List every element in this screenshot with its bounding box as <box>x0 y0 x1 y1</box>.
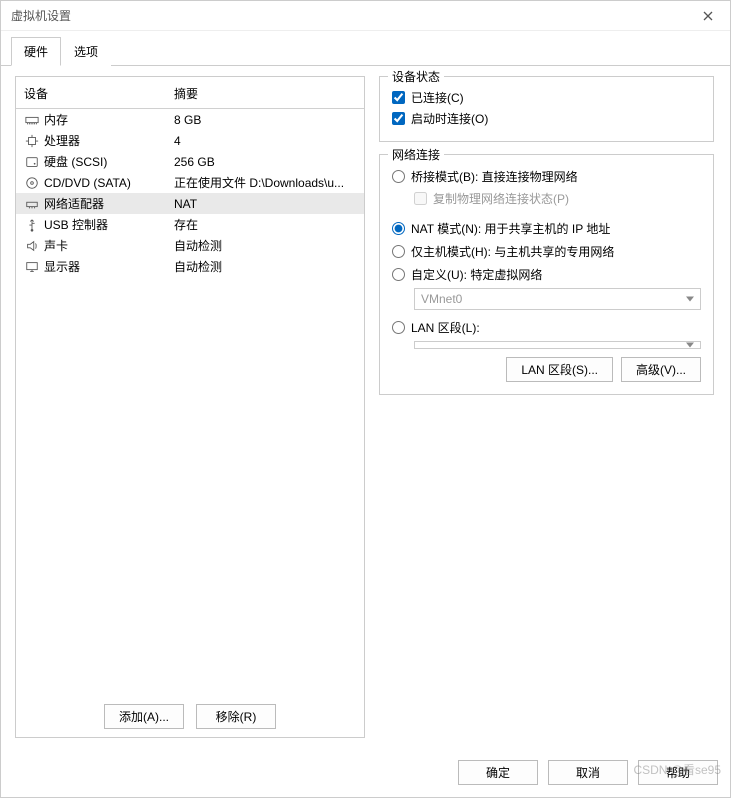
col-device: 设备 <box>24 85 174 102</box>
lanseg-row[interactable]: LAN 区段(L): <box>392 316 701 339</box>
lan-segments-button[interactable]: LAN 区段(S)... <box>506 357 613 382</box>
connect-on-power-checkbox[interactable] <box>392 112 405 125</box>
tab-hardware[interactable]: 硬件 <box>11 37 61 66</box>
lanseg-label: LAN 区段(L): <box>411 319 480 336</box>
hardware-name: 网络适配器 <box>44 195 104 212</box>
hardware-list-panel: 设备 摘要 内存 8 GB 处理器 4 硬盘 (SCSI) 256 GB CD/DVD (S… <box>15 76 365 738</box>
close-button[interactable] <box>696 4 720 28</box>
network-buttons: LAN 区段(S)... 高级(V)... <box>392 355 701 382</box>
sound-icon <box>24 238 40 254</box>
help-button[interactable]: 帮助 <box>638 760 718 785</box>
bridged-row[interactable]: 桥接模式(B): 直接连接物理网络 <box>392 165 701 188</box>
close-icon <box>703 11 713 21</box>
hardware-row[interactable]: USB 控制器 存在 <box>16 214 364 235</box>
hardware-row[interactable]: 声卡 自动检测 <box>16 235 364 256</box>
cpu-icon <box>24 133 40 149</box>
add-hardware-button[interactable]: 添加(A)... <box>104 704 184 729</box>
hardware-summary: 自动检测 <box>174 237 356 254</box>
hostonly-row[interactable]: 仅主机模式(H): 与主机共享的专用网络 <box>392 240 701 263</box>
hostonly-radio[interactable] <box>392 245 405 258</box>
hardware-name: CD/DVD (SATA) <box>44 176 131 190</box>
tab-options[interactable]: 选项 <box>61 37 111 66</box>
hostonly-label: 仅主机模式(H): 与主机共享的专用网络 <box>411 243 614 260</box>
remove-hardware-button[interactable]: 移除(R) <box>196 704 276 729</box>
custom-radio[interactable] <box>392 268 405 281</box>
hardware-name: USB 控制器 <box>44 216 108 233</box>
nat-radio[interactable] <box>392 222 405 235</box>
hardware-row[interactable]: 网络适配器 NAT <box>16 193 364 214</box>
window-title: 虚拟机设置 <box>11 7 696 24</box>
content-area: 设备 摘要 内存 8 GB 处理器 4 硬盘 (SCSI) 256 GB CD/DVD (S… <box>1 66 730 748</box>
dialog-buttons: 确定 取消 帮助 <box>1 748 730 797</box>
hardware-row[interactable]: 内存 8 GB <box>16 109 364 130</box>
hardware-name: 硬盘 (SCSI) <box>44 153 107 170</box>
cancel-button[interactable]: 取消 <box>548 760 628 785</box>
hardware-summary: 存在 <box>174 216 356 233</box>
replicate-label: 复制物理网络连接状态(P) <box>433 190 569 207</box>
hardware-summary: 256 GB <box>174 155 356 169</box>
device-state-legend: 设备状态 <box>388 68 444 85</box>
tab-bar: 硬件 选项 <box>1 31 730 66</box>
hardware-summary: 4 <box>174 134 356 148</box>
vm-settings-dialog: 虚拟机设置 硬件 选项 设备 摘要 内存 8 GB 处理器 4 硬盘 (SCSI) 256… <box>0 0 731 798</box>
hardware-name: 声卡 <box>44 237 68 254</box>
ok-button[interactable]: 确定 <box>458 760 538 785</box>
custom-label: 自定义(U): 特定虚拟网络 <box>411 266 542 283</box>
hardware-buttons: 添加(A)... 移除(R) <box>16 696 364 729</box>
hardware-summary: 8 GB <box>174 113 356 127</box>
usb-icon <box>24 217 40 233</box>
hardware-row[interactable]: 处理器 4 <box>16 130 364 151</box>
lanseg-radio[interactable] <box>392 321 405 334</box>
hardware-summary: NAT <box>174 197 356 211</box>
hardware-table-header: 设备 摘要 <box>16 81 364 106</box>
device-state-group: 设备状态 已连接(C) 启动时连接(O) <box>379 76 714 142</box>
disk-icon <box>24 154 40 170</box>
custom-vmnet-combo[interactable]: VMnet0 <box>414 288 701 310</box>
connected-label: 已连接(C) <box>411 89 464 106</box>
advanced-button[interactable]: 高级(V)... <box>621 357 701 382</box>
hardware-row[interactable]: CD/DVD (SATA) 正在使用文件 D:\Downloads\u... <box>16 172 364 193</box>
col-summary: 摘要 <box>174 85 356 102</box>
right-panel: 设备状态 已连接(C) 启动时连接(O) 网络连接 桥接模式(B): 直接连接物… <box>379 76 716 738</box>
hardware-summary: 正在使用文件 D:\Downloads\u... <box>174 174 356 191</box>
connected-row[interactable]: 已连接(C) <box>392 87 701 108</box>
network-connection-group: 网络连接 桥接模式(B): 直接连接物理网络 复制物理网络连接状态(P) NAT… <box>379 154 714 395</box>
connect-on-power-label: 启动时连接(O) <box>411 110 488 127</box>
nat-label: NAT 模式(N): 用于共享主机的 IP 地址 <box>411 220 610 237</box>
custom-row[interactable]: 自定义(U): 特定虚拟网络 <box>392 263 701 286</box>
hardware-name: 处理器 <box>44 132 80 149</box>
hardware-row[interactable]: 硬盘 (SCSI) 256 GB <box>16 151 364 172</box>
replicate-row: 复制物理网络连接状态(P) <box>392 188 701 209</box>
nat-row[interactable]: NAT 模式(N): 用于共享主机的 IP 地址 <box>392 217 701 240</box>
hardware-name: 显示器 <box>44 258 80 275</box>
connected-checkbox[interactable] <box>392 91 405 104</box>
hardware-row[interactable]: 显示器 自动检测 <box>16 256 364 277</box>
bridged-radio[interactable] <box>392 170 405 183</box>
replicate-checkbox <box>414 192 427 205</box>
lanseg-combo[interactable] <box>414 341 701 349</box>
custom-vmnet-value: VMnet0 <box>421 292 462 306</box>
memory-icon <box>24 112 40 128</box>
net-icon <box>24 196 40 212</box>
display-icon <box>24 259 40 275</box>
disc-icon <box>24 175 40 191</box>
hardware-table: 设备 摘要 内存 8 GB 处理器 4 硬盘 (SCSI) 256 GB CD/DVD (S… <box>16 81 364 696</box>
network-connection-legend: 网络连接 <box>388 146 444 163</box>
hardware-table-body: 内存 8 GB 处理器 4 硬盘 (SCSI) 256 GB CD/DVD (SATA) 正在… <box>16 109 364 277</box>
connect-on-power-row[interactable]: 启动时连接(O) <box>392 108 701 129</box>
titlebar: 虚拟机设置 <box>1 1 730 31</box>
hardware-summary: 自动检测 <box>174 258 356 275</box>
bridged-label: 桥接模式(B): 直接连接物理网络 <box>411 168 578 185</box>
hardware-name: 内存 <box>44 111 68 128</box>
